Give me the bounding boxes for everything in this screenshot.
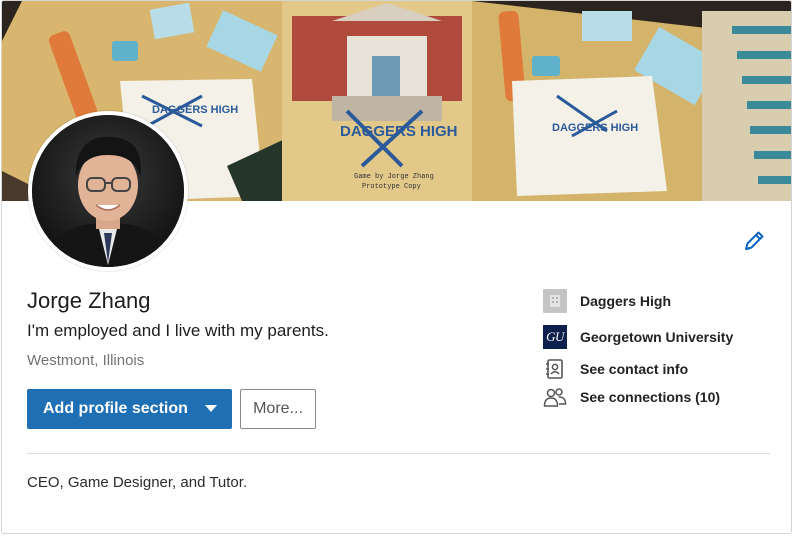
book-subtitle: Game by Jorge Zhang	[354, 173, 434, 181]
caret-down-icon	[205, 405, 217, 412]
profile-card: DAGGERS HIGH DAGGERS HIGH Game by Jorge …	[1, 0, 792, 534]
company-logo	[543, 289, 567, 313]
add-profile-section-label: Add profile section	[43, 400, 188, 417]
avatar[interactable]	[28, 111, 188, 271]
education-school[interactable]: GU Georgetown University	[543, 325, 733, 349]
contact-info-label: See contact info	[580, 361, 689, 377]
profile-summary: CEO, Game Designer, and Tutor.	[27, 474, 248, 491]
connections-label: See connections (10)	[580, 389, 721, 405]
connections-link[interactable]: See connections (10)	[543, 385, 720, 409]
profile-location: Westmont, Illinois	[27, 352, 145, 369]
contact-card-icon	[543, 357, 567, 381]
pencil-icon	[745, 231, 764, 250]
contact-info-link[interactable]: See contact info	[543, 357, 688, 381]
current-company[interactable]: Daggers High	[543, 289, 671, 313]
add-profile-section-button[interactable]: Add profile section	[27, 389, 232, 429]
school-logo: GU	[543, 325, 567, 349]
company-name: Daggers High	[580, 293, 672, 309]
school-logo-text: GU	[543, 325, 567, 349]
book-tagline: Prototype Copy	[362, 183, 421, 191]
profile-name: Jorge Zhang	[27, 288, 151, 313]
divider	[27, 453, 770, 454]
more-button-label: More...	[253, 400, 303, 417]
more-button[interactable]: More...	[240, 389, 316, 429]
edit-profile-button[interactable]	[741, 228, 767, 254]
profile-headline: I'm employed and I live with my parents.	[27, 321, 329, 340]
people-icon	[543, 385, 567, 409]
school-name: Georgetown University	[580, 329, 734, 345]
